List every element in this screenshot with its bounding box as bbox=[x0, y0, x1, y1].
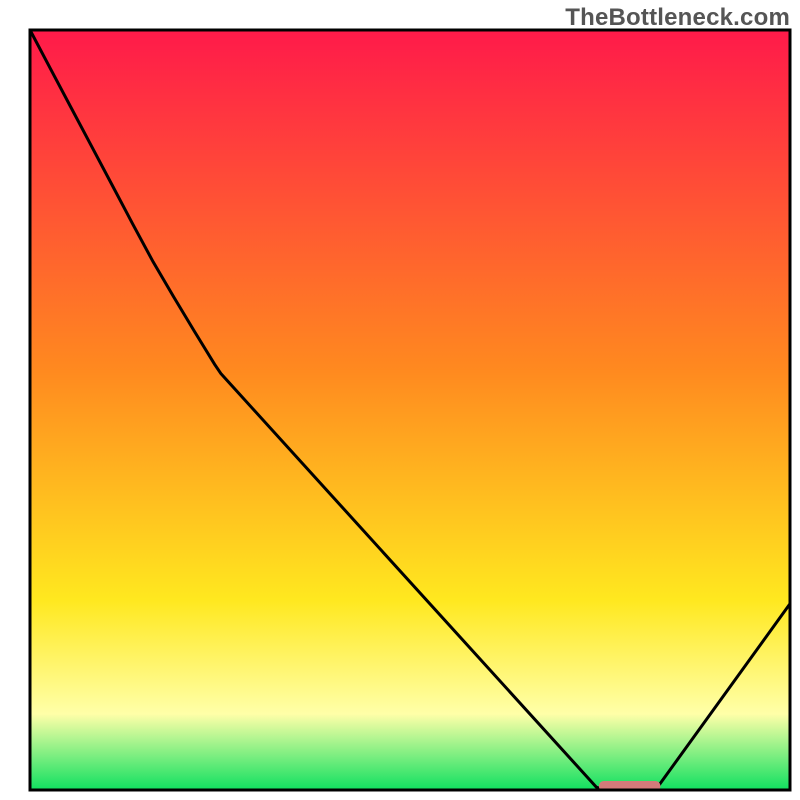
chart-container: TheBottleneck.com bbox=[0, 0, 800, 800]
bottleneck-chart bbox=[0, 0, 800, 800]
plot-area bbox=[30, 30, 790, 790]
